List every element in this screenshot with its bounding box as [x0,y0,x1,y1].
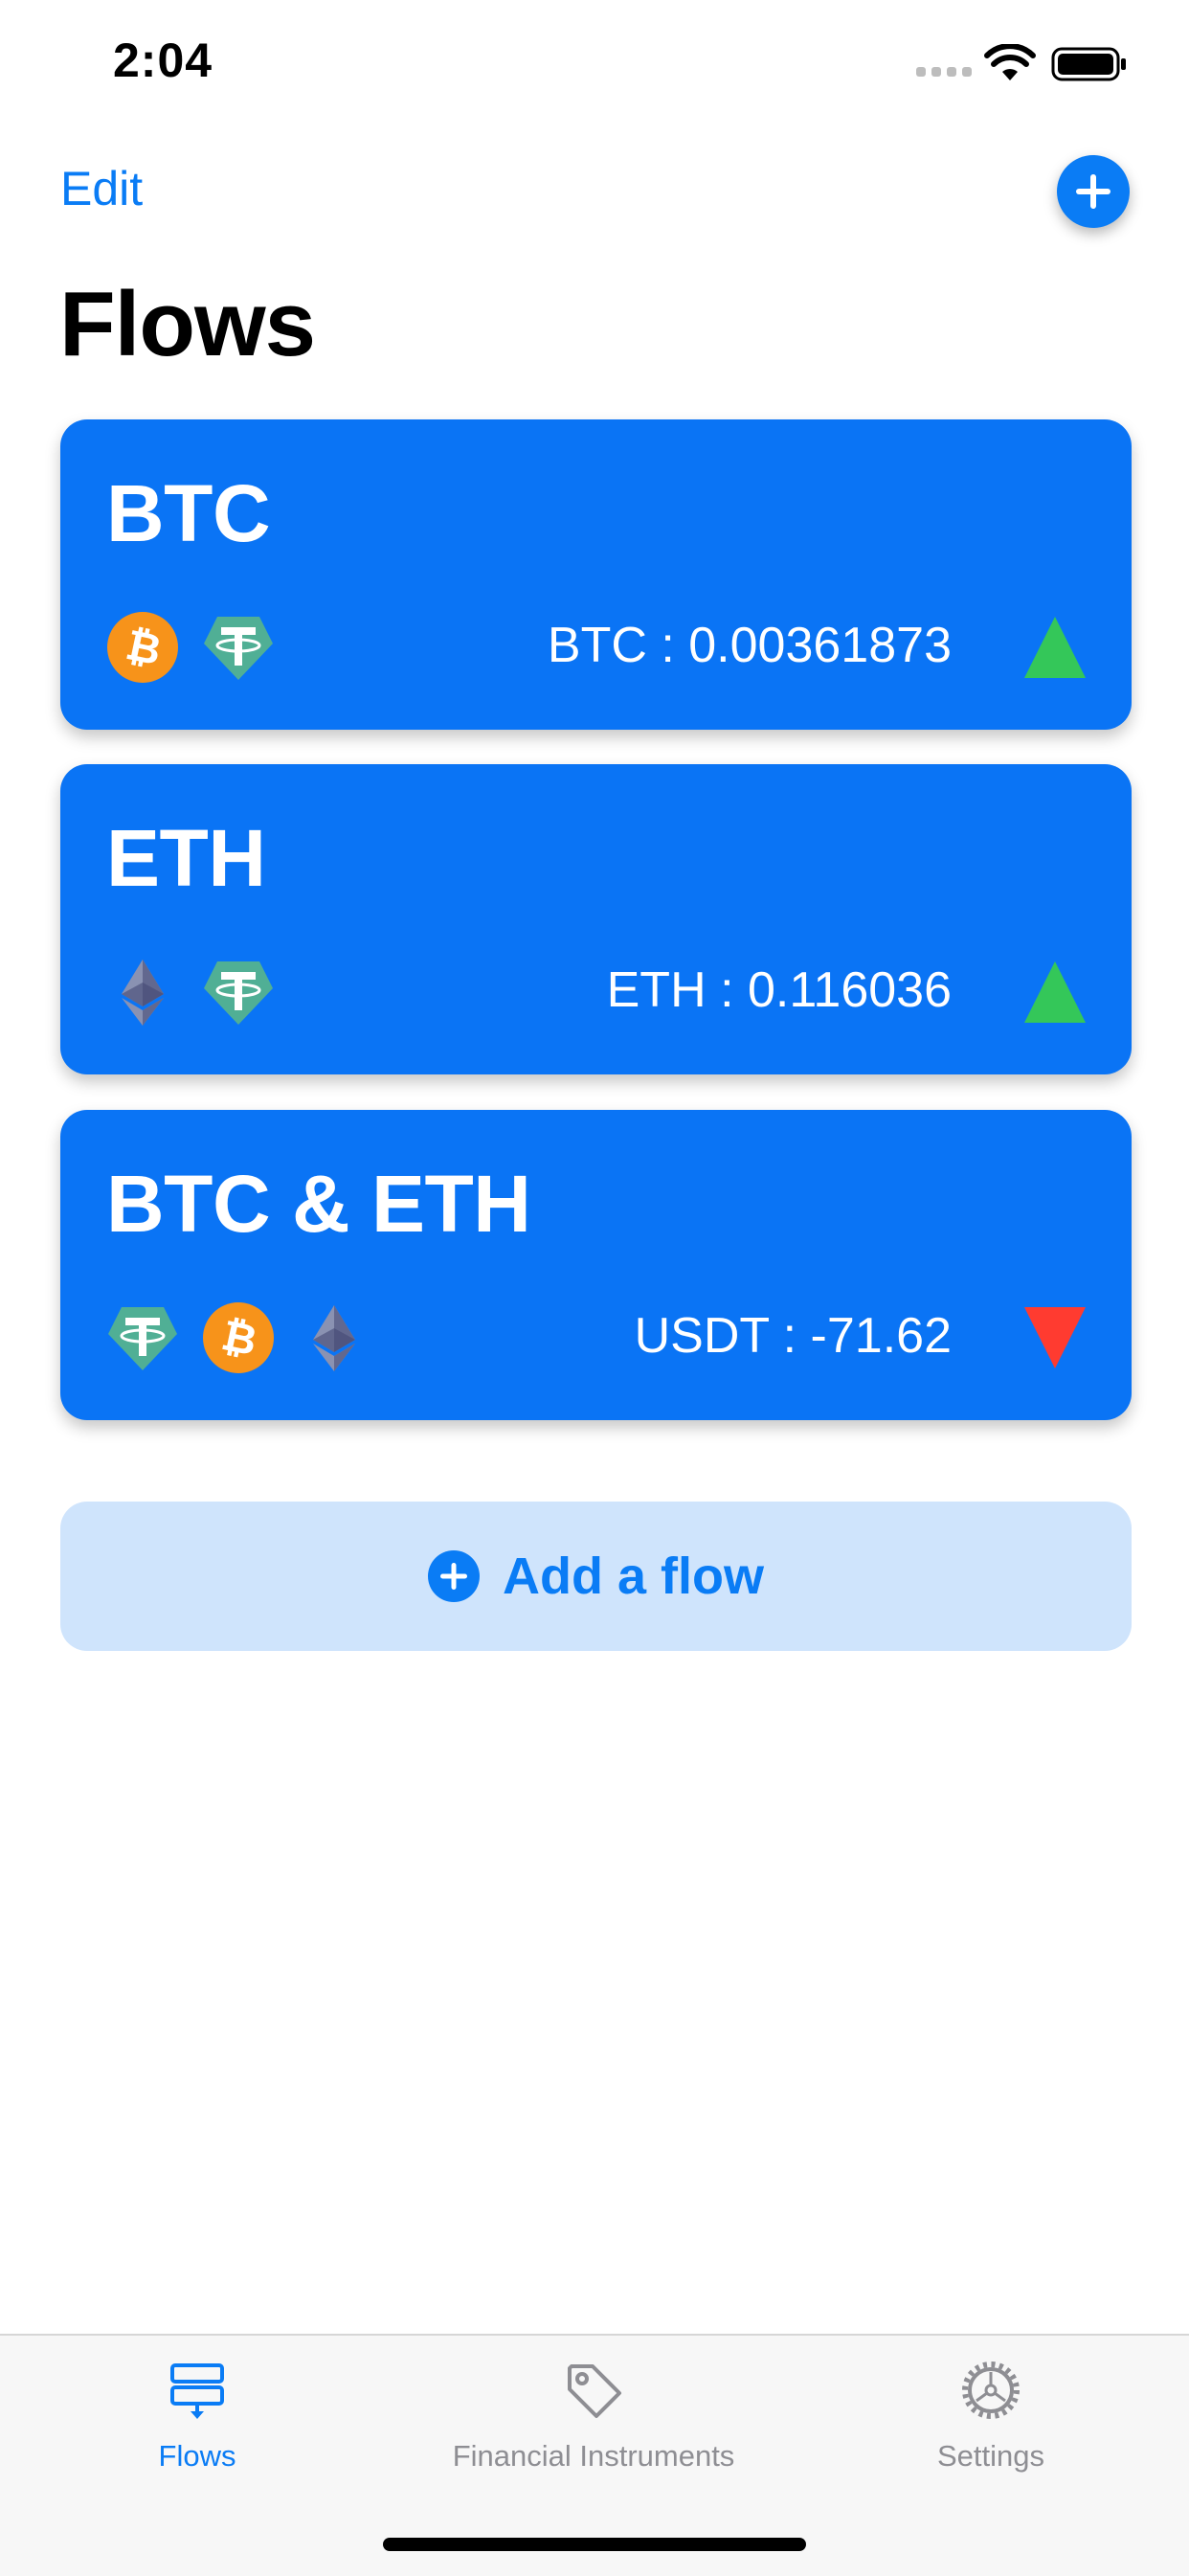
tab-flows[interactable]: Flows [96,2336,299,2508]
gear-icon [962,2361,1020,2419]
flow-card-btc-eth[interactable]: BTC & ETH USDT : -71.62 [60,1110,1132,1420]
tab-label: Settings [936,2439,1044,2473]
home-indicator [383,2538,806,2551]
flow-balance: USDT : -71.62 [634,1308,952,1364]
page-title: Flows [59,273,316,375]
wifi-icon [984,44,1036,80]
trend-down-icon [1024,1307,1086,1368]
trend-up-icon [1024,617,1086,678]
add-flow-icon-button[interactable] [1057,155,1130,228]
flows-icon [170,2363,224,2419]
tab-financial-instruments[interactable]: Financial Instruments [402,2336,785,2508]
tab-settings[interactable]: Settings [881,2336,1101,2508]
tether-icon [202,956,275,1028]
add-flow-button[interactable]: Add a flow [60,1502,1132,1651]
flow-card-btc[interactable]: BTC BTC : 0.00361873 [60,419,1132,730]
flow-card-eth[interactable]: ETH ETH : 0.116036 [60,764,1132,1074]
flow-balance: ETH : 0.116036 [606,962,952,1018]
plus-circle-icon [428,1550,480,1602]
status-time: 2:04 [113,34,213,87]
flow-name: BTC & ETH [106,1159,531,1249]
trend-up-icon [1024,961,1086,1023]
tab-label: Flows [158,2439,236,2473]
bitcoin-icon [202,1301,275,1374]
tab-bar: Flows Financial Instruments Settings [0,2334,1189,2576]
flow-balance: BTC : 0.00361873 [547,618,952,673]
bitcoin-icon [106,611,179,684]
plus-circle-icon [1076,174,1110,209]
ethereum-icon [106,956,179,1028]
add-flow-label: Add a flow [503,1548,764,1605]
status-bar: 2:04 [0,0,1189,126]
cellular-signal-icon [916,67,972,77]
tether-icon [202,611,275,684]
battery-icon [1051,47,1126,81]
tether-icon [106,1301,179,1374]
edit-button[interactable]: Edit [60,161,143,216]
tag-icon [568,2364,621,2418]
tab-label: Financial Instruments [452,2439,735,2473]
flow-name: ETH [106,813,266,903]
flow-name: BTC [106,468,271,558]
ethereum-icon [298,1301,370,1374]
